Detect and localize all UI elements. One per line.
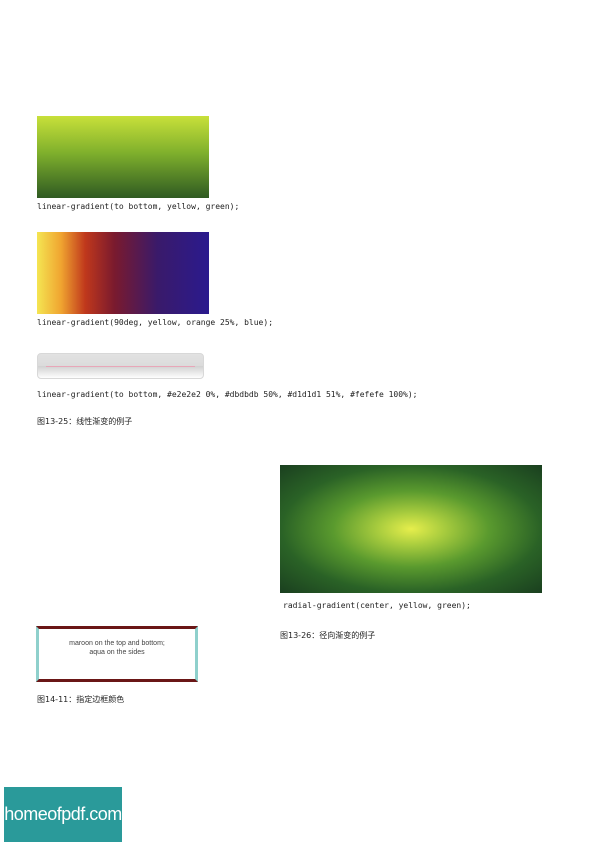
radial-gradient-swatch bbox=[280, 465, 542, 593]
code-radial-gradient: radial-gradient(center, yellow, green); bbox=[283, 601, 471, 610]
code-linear-gradient-1: linear-gradient(to bottom, yellow, green… bbox=[37, 202, 240, 211]
border-example-line-1: maroon on the top and bottom; bbox=[69, 640, 165, 647]
code-linear-gradient-3: linear-gradient(to bottom, #e2e2e2 0%, #… bbox=[37, 390, 418, 399]
linear-gradient-swatch-yellow-orange-blue bbox=[37, 232, 209, 314]
linear-gradient-swatch-yellow-green bbox=[37, 116, 209, 198]
border-example-line-2: aqua on the sides bbox=[89, 649, 145, 656]
caption-figure-13-26: 图13-26：径向渐变的例子 bbox=[280, 631, 376, 640]
linear-gradient-swatch-gray-button bbox=[37, 353, 204, 379]
button-highlight-line bbox=[46, 366, 195, 367]
watermark-logo: homeofpdf.com bbox=[4, 787, 122, 842]
code-linear-gradient-2: linear-gradient(90deg, yellow, orange 25… bbox=[37, 318, 274, 327]
caption-figure-13-25: 图13-25：线性渐变的例子 bbox=[37, 417, 133, 426]
border-example-text: maroon on the top and bottom; aqua on th… bbox=[39, 639, 195, 657]
caption-figure-14-11: 图14-11：指定边框颜色 bbox=[37, 695, 125, 704]
border-color-example-box: maroon on the top and bottom; aqua on th… bbox=[36, 626, 198, 682]
